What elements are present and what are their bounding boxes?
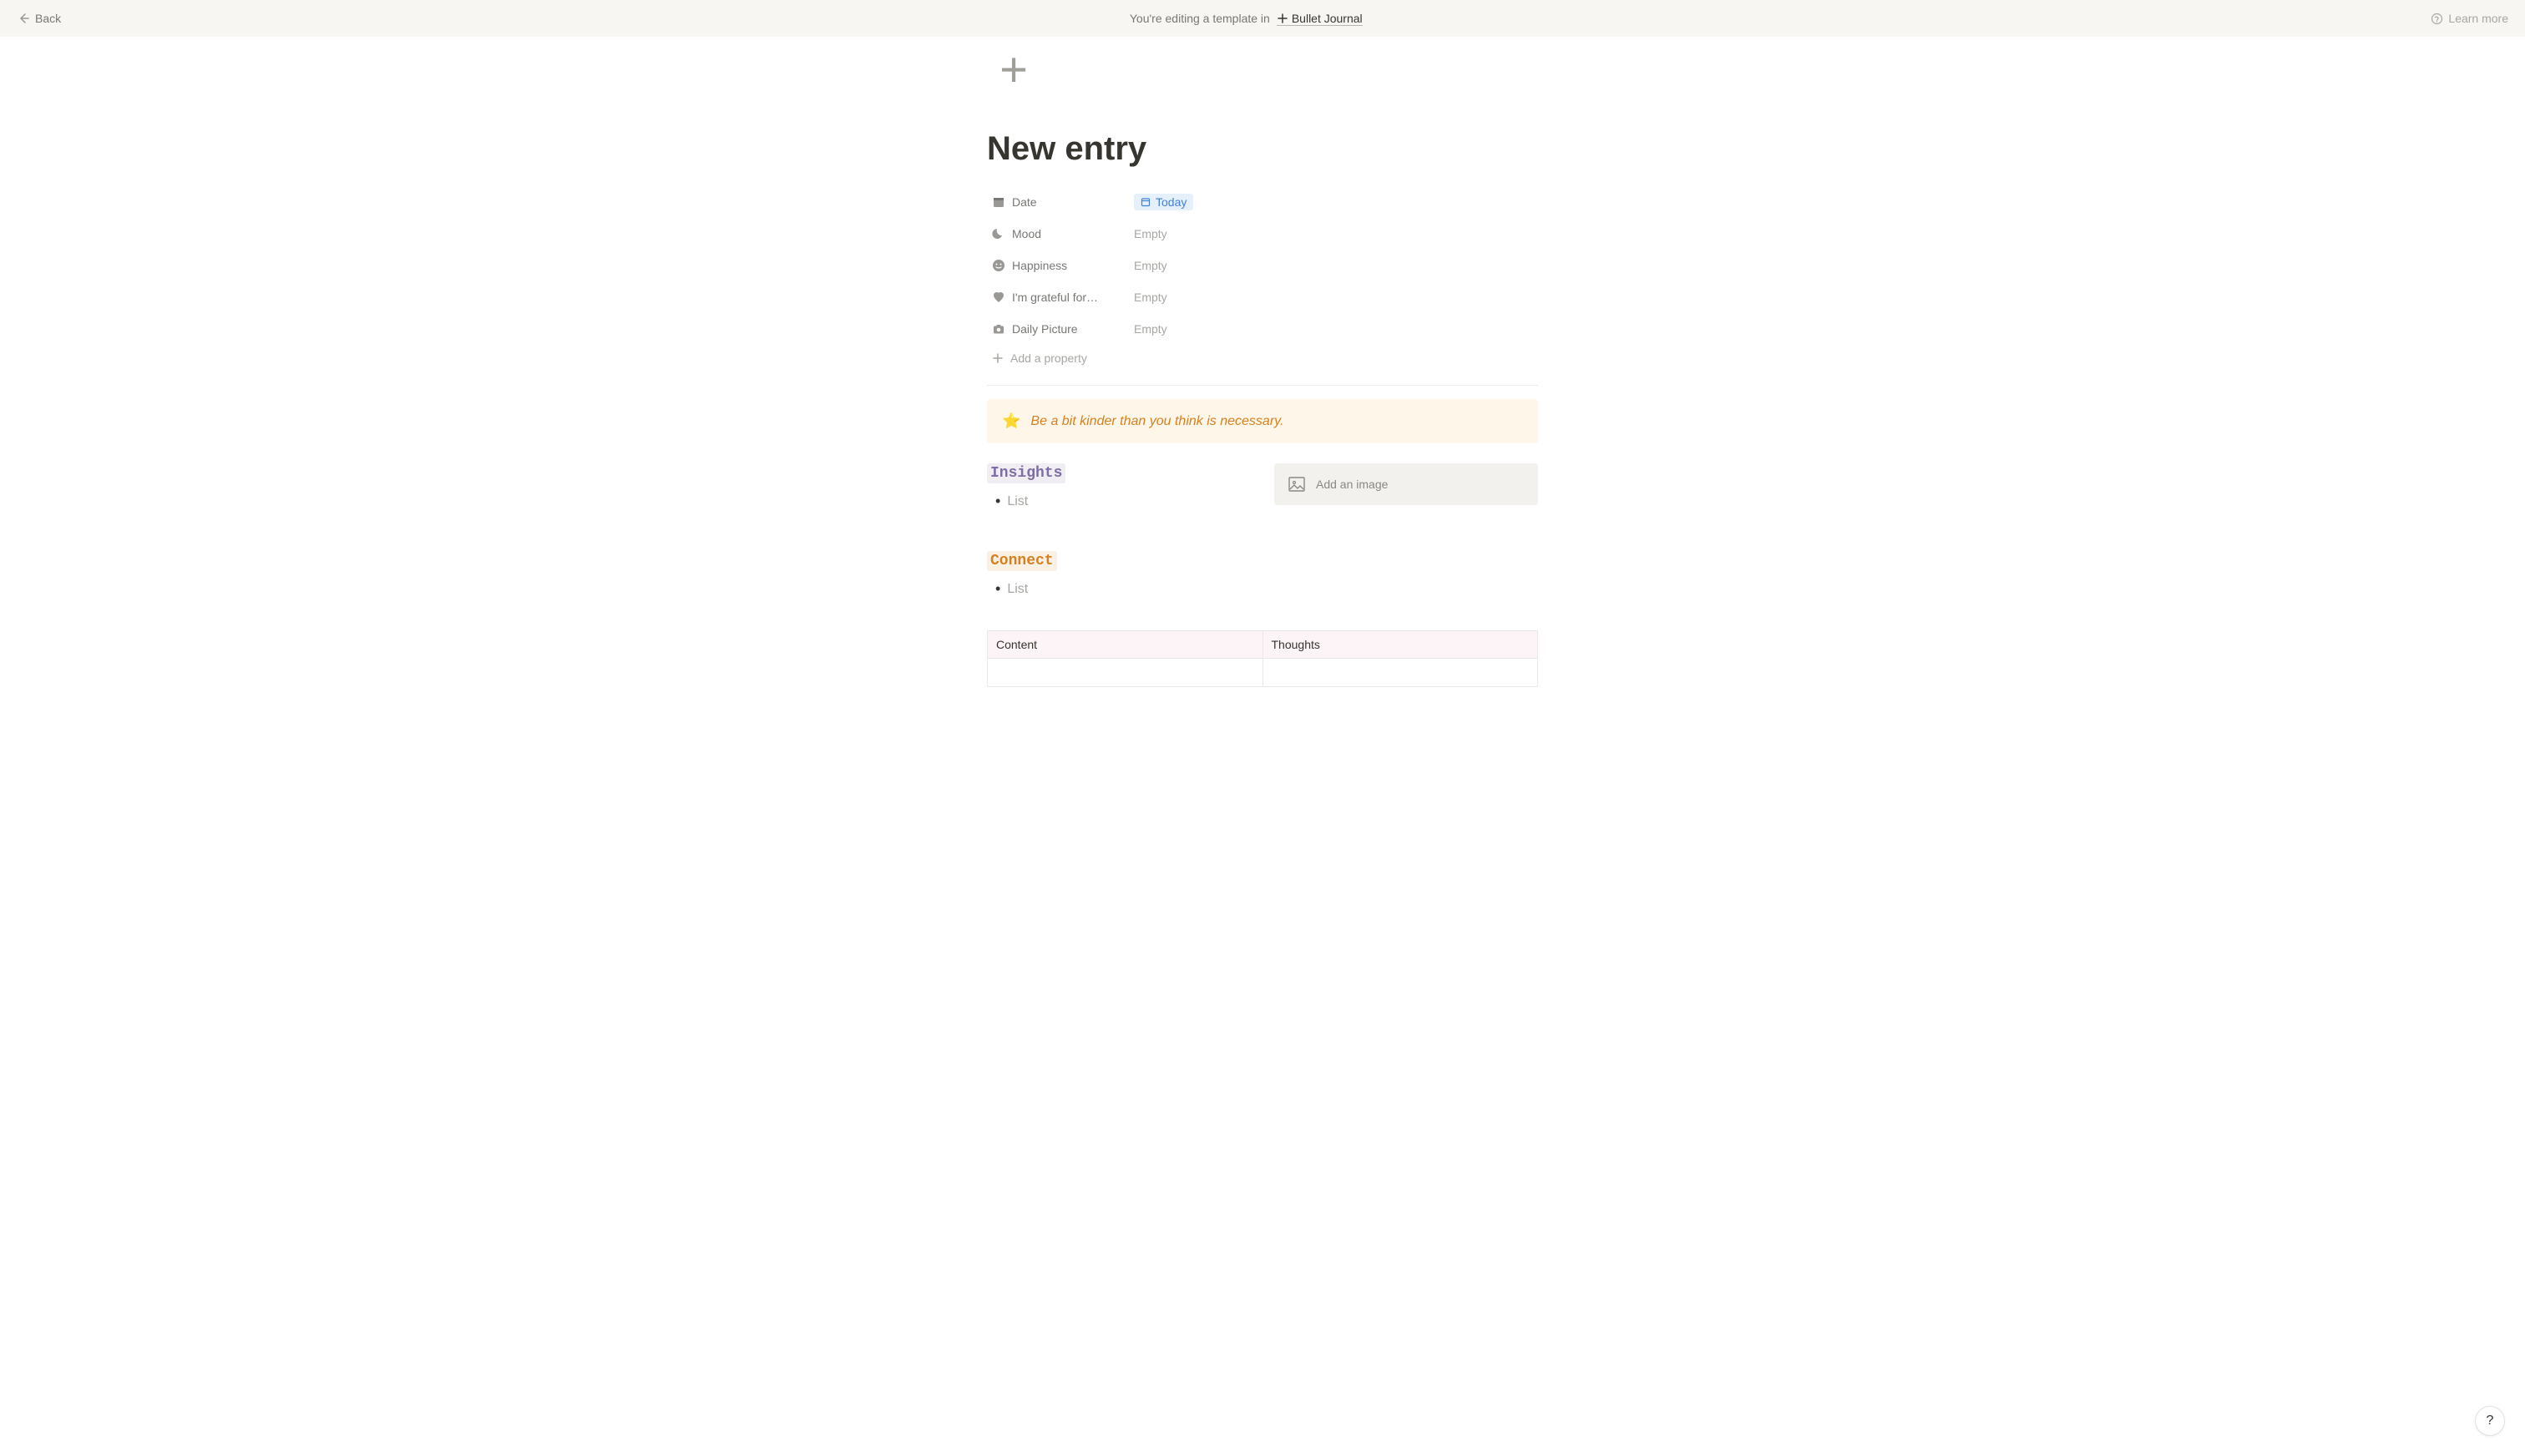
bullet-icon: •: [995, 493, 1000, 510]
star-icon: ⭐: [1002, 412, 1020, 430]
callout-block[interactable]: ⭐ Be a bit kinder than you think is nece…: [987, 399, 1538, 443]
two-column-layout: Insights • List Connect • List Add an im…: [987, 463, 1538, 600]
table-row: [988, 658, 1537, 686]
callout-text: Be a bit kinder than you think is necess…: [1030, 414, 1283, 429]
date-pill: Today: [1134, 194, 1193, 210]
connect-header[interactable]: Connect: [987, 551, 1057, 571]
property-value-picture[interactable]: Empty: [1129, 319, 1172, 339]
arrow-left-icon: [17, 12, 30, 25]
list-item[interactable]: • List: [987, 578, 1251, 600]
main-content: + New entry Date Today Mood Empty: [970, 40, 1555, 687]
template-info: You're editing a template in Bullet Jour…: [1130, 12, 1363, 26]
top-bar: Back You're editing a template in Bullet…: [0, 0, 2525, 37]
learn-more-button[interactable]: Learn more: [2431, 12, 2508, 25]
smile-icon: [992, 259, 1005, 272]
template-link[interactable]: Bullet Journal: [1277, 12, 1363, 26]
camera-icon: [992, 322, 1005, 336]
add-property-button[interactable]: Add a property: [987, 346, 1538, 370]
calendar-icon: [992, 195, 1005, 209]
property-label-happiness[interactable]: Happiness: [987, 255, 1129, 276]
back-label: Back: [35, 12, 61, 25]
back-button[interactable]: Back: [17, 12, 61, 25]
image-icon: [1288, 475, 1306, 493]
insights-header[interactable]: Insights: [987, 463, 1065, 483]
help-circle-icon: [2431, 13, 2443, 25]
left-column: Insights • List Connect • List: [987, 463, 1251, 600]
table-header-row: Content Thoughts: [988, 631, 1537, 658]
property-label-date[interactable]: Date: [987, 192, 1129, 212]
property-value-happiness[interactable]: Empty: [1129, 255, 1172, 276]
table-header-content[interactable]: Content: [988, 631, 1263, 658]
property-label-grateful[interactable]: I'm grateful for…: [987, 287, 1129, 307]
property-row-picture: Daily Picture Empty: [987, 315, 1538, 343]
property-row-date: Date Today: [987, 188, 1538, 216]
table-block: Content Thoughts: [987, 630, 1538, 687]
property-label-mood[interactable]: Mood: [987, 224, 1129, 244]
table-cell[interactable]: [1263, 658, 1538, 686]
property-row-grateful: I'm grateful for… Empty: [987, 283, 1538, 311]
heart-icon: [992, 291, 1005, 304]
property-row-happiness: Happiness Empty: [987, 251, 1538, 280]
plus-small-icon: [992, 352, 1004, 364]
plus-large-icon: +: [999, 46, 1028, 94]
template-name: Bullet Journal: [1292, 12, 1363, 25]
add-image-block[interactable]: Add an image: [1274, 463, 1538, 505]
properties-list: Date Today Mood Empty Happiness Empty: [987, 188, 1538, 370]
property-value-grateful[interactable]: Empty: [1129, 287, 1172, 307]
property-value-mood[interactable]: Empty: [1129, 224, 1172, 244]
right-column: Add an image: [1274, 463, 1538, 600]
bullet-icon: •: [995, 580, 1000, 598]
plus-icon: [1277, 13, 1288, 24]
page-title[interactable]: New entry: [987, 130, 1538, 168]
property-label-picture[interactable]: Daily Picture: [987, 319, 1129, 339]
page-icon-add[interactable]: +: [984, 40, 1044, 100]
help-button[interactable]: ?: [2475, 1406, 2505, 1436]
moon-icon: [992, 227, 1005, 240]
divider: [987, 385, 1538, 386]
property-value-date[interactable]: Today: [1129, 190, 1198, 214]
question-mark-icon: ?: [2487, 1413, 2494, 1428]
today-icon: [1141, 197, 1151, 207]
table-header-thoughts[interactable]: Thoughts: [1263, 631, 1538, 658]
editing-prefix: You're editing a template in: [1130, 12, 1270, 25]
property-row-mood: Mood Empty: [987, 220, 1538, 248]
learn-more-label: Learn more: [2448, 12, 2508, 25]
list-item[interactable]: • List: [987, 490, 1251, 513]
table-cell[interactable]: [988, 658, 1263, 686]
